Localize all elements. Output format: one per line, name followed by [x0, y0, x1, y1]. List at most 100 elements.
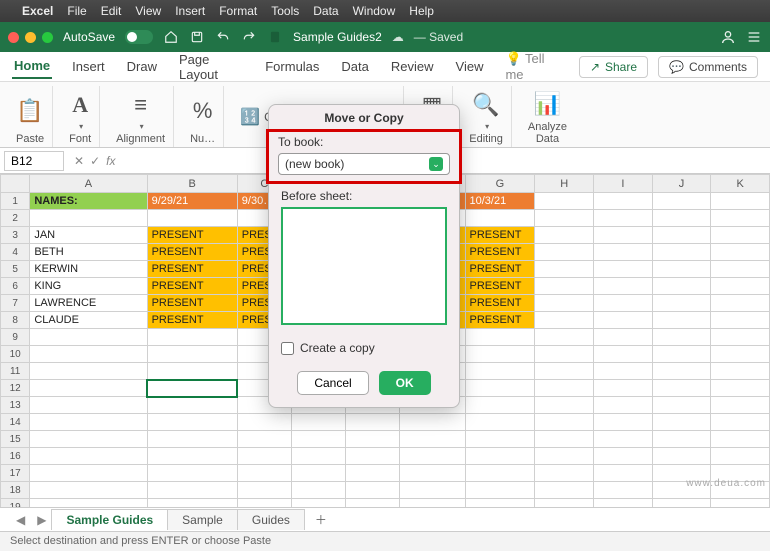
- cell[interactable]: [535, 227, 594, 244]
- save-icon[interactable]: [189, 29, 205, 45]
- cell[interactable]: [147, 210, 237, 227]
- sheet-nav-next-icon[interactable]: ▶: [31, 513, 52, 527]
- undo-icon[interactable]: [215, 29, 231, 45]
- cell[interactable]: [465, 329, 535, 346]
- before-sheet-listbox[interactable]: [281, 207, 447, 325]
- cell[interactable]: [535, 363, 594, 380]
- cell[interactable]: [652, 346, 711, 363]
- menu-file[interactable]: File: [67, 4, 86, 18]
- cell[interactable]: [535, 448, 594, 465]
- cell[interactable]: [147, 397, 237, 414]
- row-header[interactable]: 11: [1, 363, 30, 380]
- user-icon[interactable]: [720, 29, 736, 45]
- cell[interactable]: [535, 380, 594, 397]
- paste-icon[interactable]: 📋: [16, 98, 43, 124]
- row-header[interactable]: 12: [1, 380, 30, 397]
- cell[interactable]: [594, 346, 653, 363]
- col-header[interactable]: B: [147, 175, 237, 193]
- cell[interactable]: NAMES:: [30, 193, 147, 210]
- cell[interactable]: [30, 210, 147, 227]
- sheet-nav-prev-icon[interactable]: ◀: [10, 513, 31, 527]
- cell[interactable]: PRESENT: [465, 244, 535, 261]
- cell[interactable]: PRESENT: [465, 295, 535, 312]
- cell[interactable]: [30, 465, 147, 482]
- add-sheet-button[interactable]: ＋: [305, 508, 337, 531]
- cell[interactable]: [30, 431, 147, 448]
- cell[interactable]: [400, 465, 465, 482]
- ribbon-toggle-icon[interactable]: [746, 29, 762, 45]
- cell[interactable]: [30, 448, 147, 465]
- select-all-corner[interactable]: [1, 175, 30, 193]
- cell[interactable]: [30, 414, 147, 431]
- cell[interactable]: [237, 499, 291, 508]
- row-header[interactable]: 14: [1, 414, 30, 431]
- cell[interactable]: [711, 295, 770, 312]
- cell[interactable]: [594, 261, 653, 278]
- cell[interactable]: [652, 431, 711, 448]
- cell[interactable]: [147, 499, 237, 508]
- cell[interactable]: [652, 193, 711, 210]
- cell[interactable]: PRESENT: [465, 312, 535, 329]
- autosave-toggle[interactable]: [125, 30, 153, 44]
- tab-page-layout[interactable]: Page Layout: [177, 48, 245, 86]
- col-header[interactable]: G: [465, 175, 535, 193]
- cell[interactable]: [535, 329, 594, 346]
- cell[interactable]: [465, 414, 535, 431]
- cell[interactable]: [594, 414, 653, 431]
- cell[interactable]: [594, 295, 653, 312]
- cell[interactable]: [711, 261, 770, 278]
- cell[interactable]: [291, 414, 345, 431]
- cell[interactable]: [535, 414, 594, 431]
- cell[interactable]: [711, 363, 770, 380]
- cell[interactable]: [30, 380, 147, 397]
- cell[interactable]: [147, 363, 237, 380]
- cell[interactable]: [465, 499, 535, 508]
- cell[interactable]: [147, 431, 237, 448]
- sheet-tab[interactable]: Sample: [167, 509, 238, 530]
- cell[interactable]: PRESENT: [465, 278, 535, 295]
- cell[interactable]: [535, 431, 594, 448]
- cell[interactable]: [594, 312, 653, 329]
- cell[interactable]: [400, 414, 465, 431]
- col-header[interactable]: I: [594, 175, 653, 193]
- cell[interactable]: [535, 499, 594, 508]
- cell[interactable]: [594, 227, 653, 244]
- cell[interactable]: CLAUDE: [30, 312, 147, 329]
- name-box[interactable]: [4, 151, 64, 171]
- row-header[interactable]: 3: [1, 227, 30, 244]
- cell[interactable]: PRESENT: [465, 261, 535, 278]
- cell[interactable]: [465, 482, 535, 499]
- minimize-icon[interactable]: [25, 32, 36, 43]
- cell[interactable]: [465, 346, 535, 363]
- cell[interactable]: [535, 193, 594, 210]
- cell[interactable]: JAN: [30, 227, 147, 244]
- cell[interactable]: [535, 295, 594, 312]
- cell[interactable]: [652, 278, 711, 295]
- cell[interactable]: [400, 499, 465, 508]
- tab-tell-me[interactable]: 💡 Tell me: [503, 47, 560, 86]
- menu-insert[interactable]: Insert: [175, 4, 205, 18]
- redo-icon[interactable]: [241, 29, 257, 45]
- cell[interactable]: [594, 448, 653, 465]
- cell[interactable]: [594, 210, 653, 227]
- row-header[interactable]: 19: [1, 499, 30, 508]
- cell[interactable]: [237, 465, 291, 482]
- cell[interactable]: [594, 244, 653, 261]
- row-header[interactable]: 10: [1, 346, 30, 363]
- cell[interactable]: [711, 414, 770, 431]
- cell[interactable]: [711, 380, 770, 397]
- cell[interactable]: [30, 329, 147, 346]
- cell[interactable]: [652, 499, 711, 508]
- sheet-tab-active[interactable]: Sample Guides: [51, 509, 168, 530]
- cell[interactable]: [30, 499, 147, 508]
- cell[interactable]: [535, 244, 594, 261]
- row-header[interactable]: 17: [1, 465, 30, 482]
- fx-icon[interactable]: fx: [106, 154, 115, 168]
- cell[interactable]: PRESENT: [147, 244, 237, 261]
- cell[interactable]: [535, 465, 594, 482]
- cell[interactable]: [30, 363, 147, 380]
- col-header[interactable]: A: [30, 175, 147, 193]
- cell[interactable]: [291, 431, 345, 448]
- cell[interactable]: [237, 431, 291, 448]
- row-header[interactable]: 8: [1, 312, 30, 329]
